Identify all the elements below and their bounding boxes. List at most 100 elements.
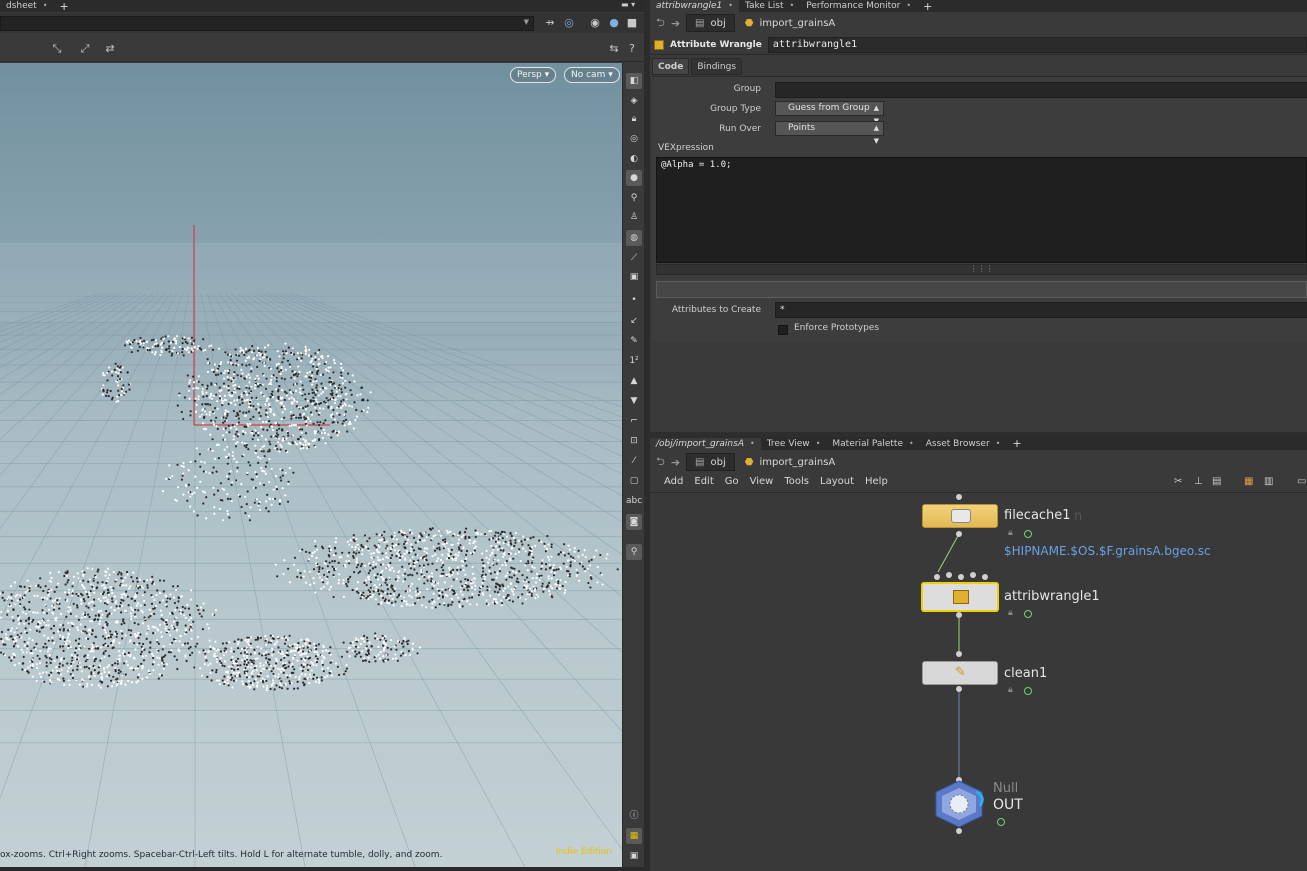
note-icon[interactable]: ▤	[1212, 476, 1221, 487]
tab-code[interactable]: Code	[652, 58, 690, 75]
enforce-prototypes-checkbox[interactable]	[778, 325, 788, 335]
tab-close-icon[interactable]: •	[750, 438, 755, 450]
display-flag-icon[interactable]	[1024, 687, 1032, 695]
editor-resize-handle[interactable]: ⋮⋮⋮	[656, 264, 1307, 275]
tab-material-palette[interactable]: Material Palette •	[826, 438, 919, 450]
camera-pick-button[interactable]: No cam ▾	[564, 67, 620, 83]
add-tab-icon[interactable]: +	[53, 0, 74, 13]
node-input-dot[interactable]	[970, 572, 976, 578]
tab-close-icon[interactable]: •	[816, 438, 821, 450]
render-icon[interactable]: ▣	[626, 269, 642, 285]
tab-close-icon[interactable]: •	[909, 438, 914, 450]
node-clean1[interactable]: ✎	[922, 661, 998, 685]
3d-viewport[interactable]: Persp ▾ No cam ▾ ox-zooms. Ctrl+Right zo…	[0, 63, 622, 867]
paint-icon[interactable]: ▲	[626, 373, 642, 389]
tab-network-path[interactable]: /obj/import_grainsA •	[650, 437, 761, 450]
node-filecache1[interactable]	[922, 504, 998, 528]
snap-icon[interactable]: ●	[607, 16, 621, 30]
node-input-dot[interactable]	[946, 572, 952, 578]
link-icon[interactable]: ◎	[562, 16, 576, 30]
group-field[interactable]	[775, 82, 1307, 98]
breadcrumb-root[interactable]: ▤ obj	[686, 14, 735, 32]
breadcrumb-root[interactable]: ▤ obj	[686, 453, 735, 471]
list-icon[interactable]: ▥	[1264, 476, 1273, 487]
tab-spreadsheet[interactable]: dsheet •	[0, 0, 53, 12]
breadcrumb-node[interactable]: ⬣ import_grainsA	[741, 457, 836, 468]
group-type-menu[interactable]: Guess from Group ▲▼	[775, 101, 884, 125]
tree-icon[interactable]: ⊥	[1194, 476, 1203, 487]
display-flag-icon[interactable]	[1024, 530, 1032, 538]
viewport-path-field[interactable]: ▼	[0, 16, 534, 31]
add-tab-icon[interactable]: +	[1006, 437, 1027, 450]
timeline-bar[interactable]	[0, 867, 644, 871]
help-icon[interactable]: ?	[625, 42, 639, 56]
chevron-down-icon[interactable]: ▼	[524, 18, 529, 26]
pen-icon[interactable]: ✎	[626, 333, 642, 349]
shading-icon[interactable]: ◐	[626, 151, 642, 167]
tab-bindings[interactable]: Bindings	[691, 58, 743, 75]
node-input-dot[interactable]	[956, 651, 962, 657]
palette-icon[interactable]: ▦	[1244, 476, 1253, 487]
forward-arrow-icon[interactable]: ➔	[671, 17, 680, 30]
box-icon[interactable]: ▢	[626, 473, 642, 489]
tools-icon[interactable]: ✂	[1174, 476, 1182, 487]
node-out[interactable]	[932, 780, 986, 828]
pane-menu-icon[interactable]: ▬ ▾	[621, 0, 635, 9]
menu-help[interactable]: Help	[865, 476, 888, 487]
info-icon[interactable]: ⓘ	[626, 808, 642, 824]
grid-toggle-icon[interactable]: ▭	[1297, 476, 1306, 487]
camera-icon[interactable]: ◍	[626, 230, 642, 246]
forward-arrow-icon[interactable]: ➔	[671, 456, 680, 469]
tool-c-icon[interactable]: ⇄	[103, 42, 117, 56]
number-icon[interactable]: 1²	[626, 353, 642, 369]
snapshot-icon[interactable]: ◙	[626, 514, 642, 530]
light-icon[interactable]: ●	[626, 170, 642, 186]
brush-icon[interactable]: ▼	[626, 393, 642, 409]
breadcrumb-node[interactable]: ⬣ import_grainsA	[741, 18, 836, 29]
tab-parameters[interactable]: attribwrangle1 •	[650, 0, 739, 12]
corner-icon[interactable]: ⌐	[626, 413, 642, 429]
grid-icon[interactable]: ▦	[626, 828, 642, 844]
lock-icon[interactable]: 🔒︎	[626, 111, 642, 127]
flipbook-icon[interactable]: ▣	[626, 848, 642, 864]
view-icon[interactable]: ◧	[626, 73, 642, 89]
normal-icon[interactable]: ↙	[626, 313, 642, 329]
tab-close-icon[interactable]: •	[906, 0, 911, 12]
eye-icon[interactable]: ◎	[626, 131, 642, 147]
text-abc-icon[interactable]: abc	[626, 493, 642, 509]
tool-b-icon[interactable]: ⤢	[78, 42, 92, 56]
menu-view[interactable]: View	[750, 476, 774, 487]
point-icon[interactable]: •	[626, 292, 642, 308]
attributes-to-create-field[interactable]: *	[775, 302, 1307, 318]
node-input-dot[interactable]	[958, 574, 964, 580]
node-output-dot[interactable]	[956, 612, 962, 618]
light-toggle-icon[interactable]: ⚲	[626, 544, 642, 560]
bulb-icon[interactable]: ⚲	[626, 190, 642, 206]
tool-d-icon[interactable]: ⇆	[607, 42, 621, 56]
ghost-icon[interactable]: ◈	[626, 93, 642, 109]
background-icon[interactable]: ⟋	[626, 250, 642, 266]
menu-edit[interactable]: Edit	[694, 476, 713, 487]
vexpression-editor[interactable]: @Alpha = 1.0;	[656, 157, 1307, 263]
add-tab-icon[interactable]: +	[917, 0, 938, 13]
menu-go[interactable]: Go	[725, 476, 739, 487]
display-flag-icon[interactable]	[1024, 610, 1032, 618]
run-over-menu[interactable]: Points ▲ ▼	[775, 121, 884, 145]
frame-icon[interactable]: ⊡	[626, 433, 642, 449]
lock-icon[interactable]: 🔒︎	[1008, 608, 1013, 618]
menu-add[interactable]: Add	[664, 476, 683, 487]
pin-icon[interactable]: ⇸	[543, 16, 557, 30]
viewport-layout-icon[interactable]: ■	[625, 16, 639, 30]
node-name-field[interactable]: attribwrangle1	[767, 36, 1307, 53]
tab-close-icon[interactable]: •	[996, 438, 1001, 450]
node-output-dot[interactable]	[956, 828, 962, 834]
node-output-dot[interactable]	[956, 686, 962, 692]
person-icon[interactable]: ♙	[626, 209, 642, 225]
tab-close-icon[interactable]: •	[728, 0, 733, 12]
node-input-dot[interactable]	[982, 574, 988, 580]
node-attribwrangle1[interactable]	[921, 582, 999, 612]
menu-tools[interactable]: Tools	[784, 476, 809, 487]
tab-close-icon[interactable]: •	[43, 0, 48, 12]
tab-tree-view[interactable]: Tree View •	[761, 438, 827, 450]
camera-mode-button[interactable]: Persp ▾	[510, 67, 557, 83]
